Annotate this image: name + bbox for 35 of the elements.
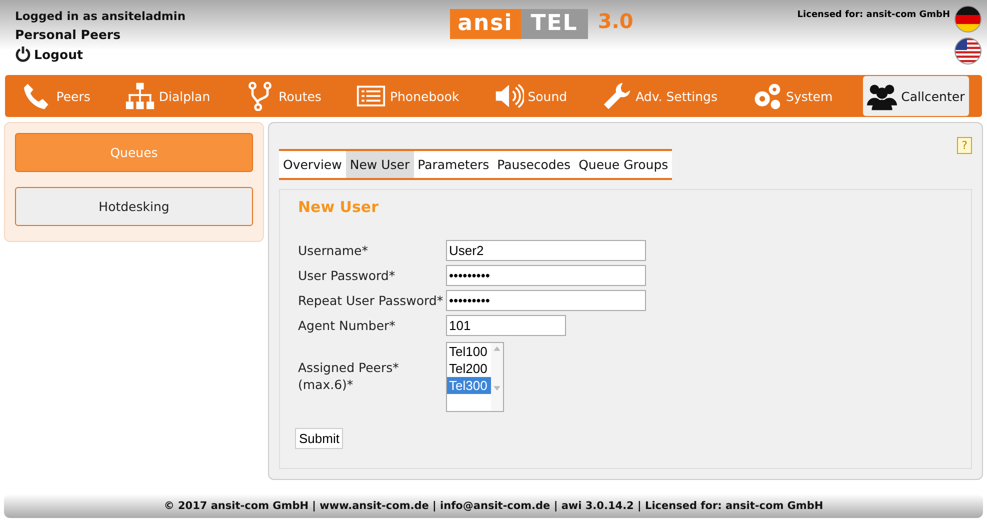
tab[interactable]: Pausecodes — [493, 151, 575, 178]
menu-item[interactable]: Callcenter — [863, 76, 969, 116]
list-option[interactable]: Tel300 — [447, 377, 491, 394]
input-field[interactable]: User2 — [446, 240, 646, 261]
gears-icon — [752, 81, 782, 111]
power-icon — [15, 46, 31, 62]
tab[interactable]: Parameters — [414, 151, 494, 178]
license-text: Licensed for: ansit-com GmbH — [797, 9, 950, 22]
field-label: Assigned Peers* — [298, 360, 400, 375]
tab[interactable]: Overview — [279, 151, 346, 178]
input-field[interactable]: ••••••••• — [446, 265, 646, 286]
submit-button[interactable]: Submit — [295, 428, 344, 449]
form-title: New User — [298, 198, 380, 216]
us-flag-icon[interactable] — [954, 37, 982, 65]
field-label: Repeat User Password* — [298, 293, 444, 308]
field-label: Username* — [298, 243, 369, 258]
sitemap-icon — [124, 81, 155, 111]
input-field[interactable]: 101 — [446, 315, 566, 336]
input-field[interactable]: ••••••••• — [446, 290, 646, 311]
sidebar-button[interactable]: Hotdesking — [15, 187, 253, 226]
wrench-icon — [602, 81, 632, 111]
profile-link[interactable]: Personal Peers — [15, 27, 186, 42]
list-option[interactable]: Tel100 — [447, 343, 491, 360]
german-flag-icon[interactable] — [954, 5, 982, 33]
login-status: Logged in as ansiteladmin — [15, 9, 186, 23]
tab[interactable]: New User — [346, 151, 414, 178]
field-label: (max.6)* — [298, 377, 354, 392]
field-label: User Password* — [298, 268, 396, 283]
logo: ansi TEL 3.0 — [450, 9, 634, 39]
list-option[interactable]: Tel200 — [447, 360, 491, 377]
tab[interactable]: Queue Groups — [574, 151, 672, 178]
peer-listbox[interactable]: Tel100 Tel200 Tel300 — [446, 342, 504, 412]
footer-text: © 2017 ansit-com GmbH | www.ansit-com.de | info@ansit-com.de | awi 3.0.14.2 | Licensed for: ansit-com GmbH — [164, 500, 824, 512]
field-label: Agent Number* — [298, 318, 396, 333]
logout-link[interactable]: Logout — [15, 46, 186, 62]
